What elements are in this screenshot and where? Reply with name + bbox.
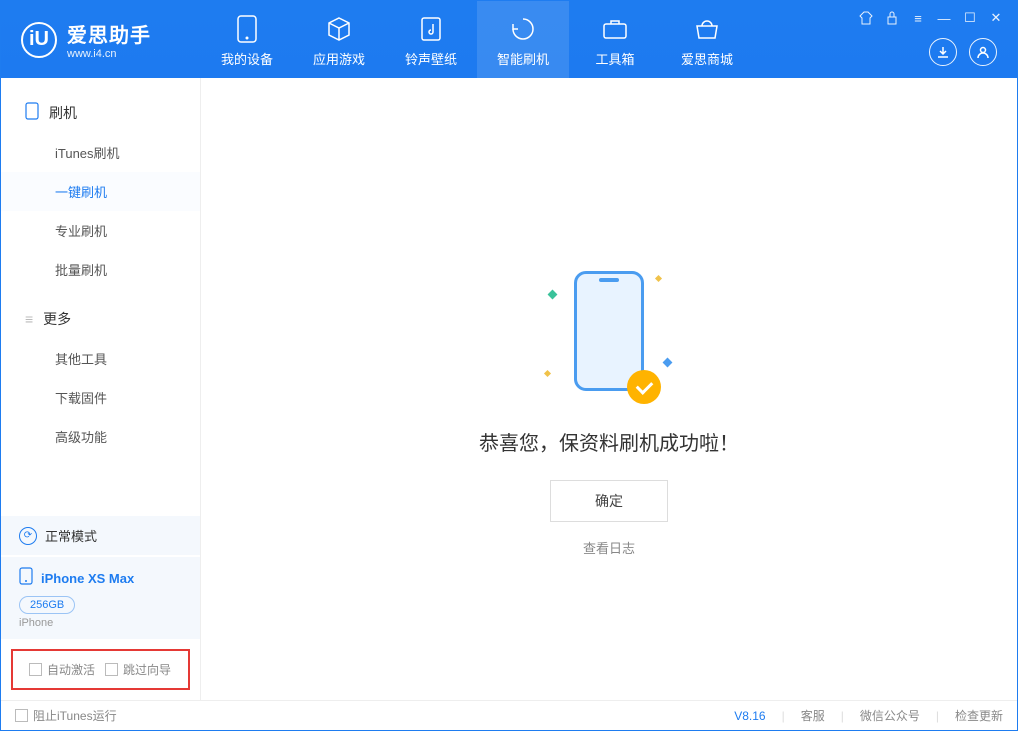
view-log-link[interactable]: 查看日志 [583, 538, 635, 557]
list-icon: ≡ [25, 311, 33, 327]
maximize-icon[interactable]: ☐ [961, 9, 979, 27]
nav-tab-device[interactable]: 我的设备 [201, 1, 293, 78]
checkbox-label: 自动激活 [47, 661, 95, 678]
option-checkboxes: 自动激活 跳过向导 [11, 649, 190, 690]
footer: 阻止iTunes运行 V8.16 | 客服 | 微信公众号 | 检查更新 [1, 700, 1017, 730]
sparkle-icon [548, 290, 558, 300]
sidebar-group-label: 刷机 [49, 103, 77, 123]
checkbox-auto-activate[interactable]: 自动激活 [29, 661, 95, 678]
sidebar-item-pro-flash[interactable]: 专业刷机 [1, 211, 200, 250]
nav-tab-label: 工具箱 [595, 49, 634, 68]
nav-tab-ringtone[interactable]: 铃声壁纸 [385, 1, 477, 78]
logo-text: 爱思助手 www.i4.cn [67, 19, 151, 60]
app-subtitle: www.i4.cn [67, 48, 151, 60]
sidebar-bottom: ⟳ 正常模式 iPhone XS Max 256GB iPhone 自动激活 跳 [1, 516, 200, 700]
success-message: 恭喜您，保资料刷机成功啦！ [479, 427, 739, 456]
mode-icon: ⟳ [19, 527, 37, 545]
sidebar: 刷机 iTunes刷机 一键刷机 专业刷机 批量刷机 ≡ 更多 其他工具 下载固… [1, 78, 201, 700]
tshirt-icon[interactable] [857, 9, 875, 27]
menu-icon[interactable]: ≡ [909, 9, 927, 27]
checkbox-icon [105, 663, 118, 676]
nav-tab-flash[interactable]: 智能刷机 [477, 1, 569, 78]
nav-tab-label: 应用游戏 [313, 49, 365, 68]
footer-link-support[interactable]: 客服 [801, 707, 825, 724]
checkbox-block-itunes[interactable]: 阻止iTunes运行 [15, 707, 117, 724]
close-icon[interactable]: ✕ [987, 9, 1005, 27]
user-icon[interactable] [969, 38, 997, 66]
device-block[interactable]: iPhone XS Max 256GB iPhone [1, 557, 200, 639]
nav-tab-apps[interactable]: 应用游戏 [293, 1, 385, 78]
sidebar-item-itunes-flash[interactable]: iTunes刷机 [1, 133, 200, 172]
sidebar-item-download-firmware[interactable]: 下载固件 [1, 378, 200, 417]
minimize-icon[interactable]: — [935, 9, 953, 27]
app-logo-icon: iU [21, 22, 57, 58]
mode-block[interactable]: ⟳ 正常模式 [1, 516, 200, 555]
device-name: iPhone XS Max [41, 571, 134, 586]
sidebar-item-advanced[interactable]: 高级功能 [1, 417, 200, 456]
nav-tab-label: 智能刷机 [497, 49, 549, 68]
nav-tab-toolbox[interactable]: 工具箱 [569, 1, 661, 78]
checkmark-badge-icon [627, 370, 661, 404]
download-icon[interactable] [929, 38, 957, 66]
phone-outline-icon [25, 102, 39, 123]
main-content: 恭喜您，保资料刷机成功啦！ 确定 查看日志 [201, 78, 1017, 700]
sidebar-group-more: ≡ 更多 [1, 299, 200, 339]
toolbox-icon [601, 15, 629, 43]
sidebar-item-one-click-flash[interactable]: 一键刷机 [1, 172, 200, 211]
sidebar-list: 刷机 iTunes刷机 一键刷机 专业刷机 批量刷机 ≡ 更多 其他工具 下载固… [1, 78, 200, 516]
store-icon [693, 15, 721, 43]
footer-right: V8.16 | 客服 | 微信公众号 | 检查更新 [734, 707, 1003, 724]
device-icon [233, 15, 261, 43]
checkbox-icon [29, 663, 42, 676]
sparkle-icon [544, 370, 551, 377]
sidebar-item-other-tools[interactable]: 其他工具 [1, 339, 200, 378]
checkbox-skip-guide[interactable]: 跳过向导 [105, 661, 171, 678]
checkbox-label: 阻止iTunes运行 [33, 707, 117, 724]
app-title: 爱思助手 [67, 19, 151, 48]
logo-block: iU 爱思助手 www.i4.cn [1, 19, 201, 60]
footer-left: 阻止iTunes运行 [15, 707, 117, 724]
device-capacity: 256GB [19, 596, 75, 614]
mode-label: 正常模式 [45, 526, 97, 545]
sidebar-group-flash: 刷机 [1, 92, 200, 133]
app-header: iU 爱思助手 www.i4.cn 我的设备 应用游戏 铃声壁纸 智能刷机 工具… [1, 1, 1017, 78]
checkbox-label: 跳过向导 [123, 661, 171, 678]
success-illustration [539, 261, 679, 401]
nav-tab-store[interactable]: 爱思商城 [661, 1, 753, 78]
device-type: iPhone [19, 617, 182, 629]
footer-link-update[interactable]: 检查更新 [955, 707, 1003, 724]
nav-tab-label: 铃声壁纸 [405, 49, 457, 68]
footer-link-wechat[interactable]: 微信公众号 [860, 707, 920, 724]
separator: | [772, 709, 795, 723]
refresh-shield-icon [509, 15, 537, 43]
nav-tab-label: 我的设备 [221, 49, 273, 68]
sparkle-icon [655, 275, 662, 282]
lock-icon[interactable] [883, 9, 901, 27]
ok-button[interactable]: 确定 [550, 480, 668, 522]
version-label: V8.16 [734, 709, 765, 723]
nav-tabs: 我的设备 应用游戏 铃声壁纸 智能刷机 工具箱 爱思商城 [201, 1, 753, 78]
separator: | [831, 709, 854, 723]
music-file-icon [417, 15, 445, 43]
window-controls: ≡ — ☐ ✕ [857, 9, 1005, 27]
checkbox-icon [15, 709, 28, 722]
device-icon [19, 567, 33, 590]
sidebar-item-batch-flash[interactable]: 批量刷机 [1, 250, 200, 289]
nav-tab-label: 爱思商城 [681, 49, 733, 68]
cube-icon [325, 15, 353, 43]
sparkle-icon [663, 358, 673, 368]
sidebar-group-label: 更多 [43, 309, 71, 329]
header-actions [929, 38, 997, 66]
app-body: 刷机 iTunes刷机 一键刷机 专业刷机 批量刷机 ≡ 更多 其他工具 下载固… [1, 78, 1017, 700]
separator: | [926, 709, 949, 723]
